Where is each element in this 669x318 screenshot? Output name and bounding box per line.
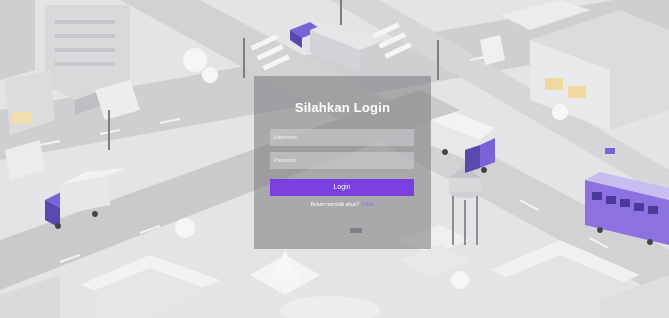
register-link[interactable]: Daftar [361, 202, 375, 208]
password-input[interactable] [270, 152, 414, 169]
register-line: Belum memiliki akun? Daftar [254, 202, 431, 208]
register-prompt: Belum memiliki akun? [310, 202, 360, 208]
login-panel: Silahkan Login Login Belum memiliki akun… [254, 76, 431, 249]
login-button[interactable]: Login [270, 179, 414, 196]
login-page: Silahkan Login Login Belum memiliki akun… [0, 0, 669, 318]
login-title: Silahkan Login [294, 100, 391, 115]
username-input[interactable] [270, 129, 414, 146]
